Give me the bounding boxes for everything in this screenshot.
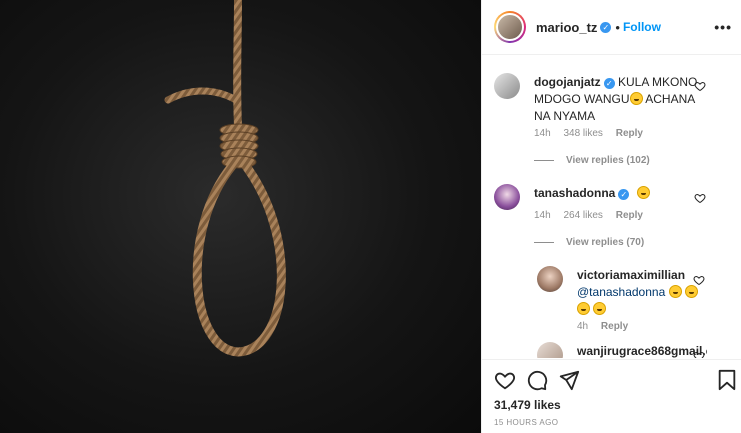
reply-item: victoriamaximillian @tanashadonna 4h Rep… (537, 266, 727, 336)
replier-avatar[interactable] (537, 342, 563, 358)
post-header: marioo_tz ✓ • Follow ••• (482, 0, 741, 55)
comment-time: 14h (534, 210, 551, 221)
comment-time: 14h (534, 128, 551, 139)
bookmark-icon[interactable] (716, 369, 738, 391)
post-actions: 31,479 likes 15 HOURS AGO (482, 359, 741, 433)
view-replies-label: View replies (70) (566, 237, 645, 248)
follow-button[interactable]: Follow (623, 20, 661, 34)
comment-username[interactable]: tanashadonna (534, 186, 615, 200)
grinning-emoji-icon (593, 302, 607, 315)
reply-button[interactable]: Reply (616, 210, 643, 221)
reply-meta: 4h Reply (577, 321, 638, 332)
reply-username[interactable]: victoriamaximillian (577, 268, 685, 282)
replier-avatar[interactable] (537, 266, 563, 292)
author-username[interactable]: marioo_tz (536, 20, 597, 35)
verified-icon: ✓ (618, 189, 630, 200)
comment-likes[interactable]: 348 likes (563, 128, 602, 139)
comment-username[interactable]: dogojanjatz (534, 75, 601, 89)
more-icon[interactable]: ••• (714, 19, 732, 35)
comment-item: dogojanjatz ✓ KULA MKONO MDOGO WANGU ACHA… (494, 73, 734, 173)
grinning-emoji-icon (577, 302, 590, 315)
instagram-post: marioo_tz ✓ • Follow ••• dogojanjatz ✓ KU… (0, 0, 741, 433)
face-emoji-icon (636, 186, 650, 199)
likes-count[interactable]: 31,479 likes (494, 398, 561, 412)
reply-username[interactable]: wanjirugrace868gmail.co (577, 344, 707, 358)
grinning-emoji-icon (629, 92, 643, 105)
like-heart-icon[interactable] (494, 369, 516, 391)
replies-divider (534, 241, 554, 243)
grinning-emoji-icon (684, 285, 698, 298)
comment-meta: 14h 348 likes Reply (534, 128, 653, 139)
reply-time: 4h (577, 321, 589, 332)
post-sidebar: marioo_tz ✓ • Follow ••• dogojanjatz ✓ KU… (481, 0, 741, 433)
post-timestamp[interactable]: 15 HOURS AGO (494, 418, 558, 427)
noose-illustration (164, 0, 286, 357)
grinning-emoji-icon (668, 285, 682, 298)
reply-button[interactable]: Reply (601, 321, 628, 332)
reply-item: wanjirugrace868gmail.co (537, 342, 727, 358)
comment-item: tanashadonna ✓ 14h 264 likes Reply View r… (494, 184, 734, 254)
heart-icon[interactable] (693, 274, 705, 286)
comment-likes[interactable]: 264 likes (563, 210, 602, 221)
commenter-avatar[interactable] (494, 73, 520, 99)
comment-icon[interactable] (526, 369, 548, 391)
view-replies-button[interactable]: View replies (70) (534, 237, 644, 248)
author-avatar[interactable] (494, 11, 526, 43)
heart-icon[interactable] (693, 350, 705, 358)
heart-icon[interactable] (694, 192, 706, 204)
post-image[interactable] (0, 0, 481, 433)
comment-meta: 14h 264 likes Reply (534, 210, 653, 221)
view-replies-label: View replies (102) (566, 155, 650, 166)
separator-dot: • (615, 19, 620, 35)
view-replies-button[interactable]: View replies (102) (534, 155, 650, 166)
verified-icon: ✓ (600, 21, 612, 33)
heart-icon[interactable] (694, 80, 706, 92)
replies-divider (534, 159, 554, 161)
comments-list[interactable]: dogojanjatz ✓ KULA MKONO MDOGO WANGU ACHA… (482, 56, 741, 358)
share-icon[interactable] (558, 369, 580, 391)
reply-mention[interactable]: @tanashadonna (577, 285, 665, 299)
reply-button[interactable]: Reply (616, 128, 643, 139)
commenter-avatar[interactable] (494, 184, 520, 210)
verified-icon: ✓ (603, 78, 615, 89)
